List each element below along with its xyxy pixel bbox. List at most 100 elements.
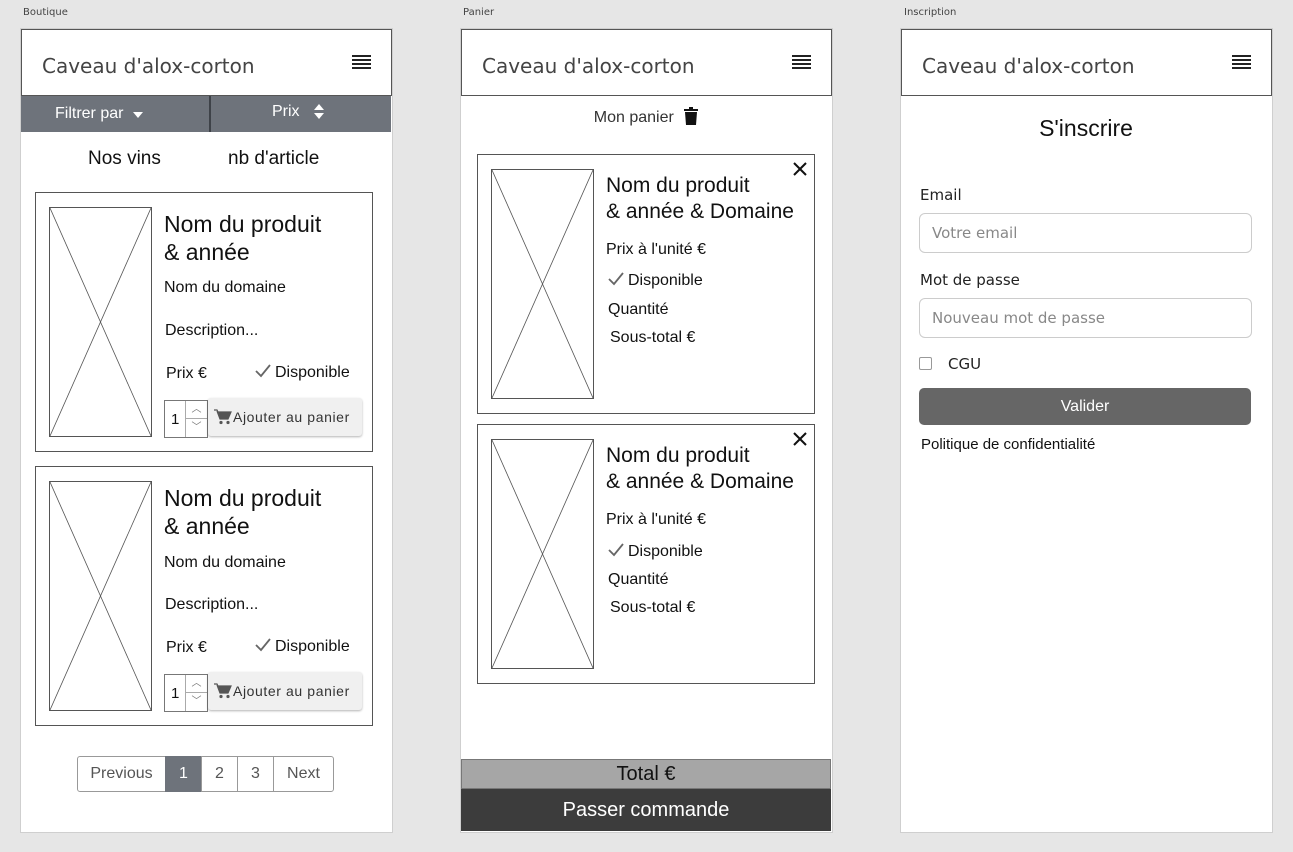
page-button-2[interactable]: 2: [201, 756, 238, 792]
product-card: Nom du produit & année Nom du domaine De…: [35, 192, 373, 452]
availability-status: Disponible: [255, 638, 350, 656]
availability-label: Disponible: [628, 272, 703, 289]
app-header: Caveau d'alox-corton: [461, 29, 832, 96]
caret-down-icon: [133, 112, 144, 118]
cart-header: Mon panier: [461, 107, 831, 127]
add-to-cart-button[interactable]: Ajouter au panier: [208, 398, 362, 436]
increment-icon[interactable]: ︿: [186, 401, 207, 419]
item-name: Nom du produit: [606, 444, 750, 467]
add-to-cart-label: Ajouter au panier: [233, 409, 350, 425]
cart-icon: [214, 683, 232, 699]
pagination: Previous 1 2 3 Next: [77, 756, 334, 792]
brand-title: Caveau d'alox-corton: [42, 54, 255, 78]
product-description: Description...: [165, 322, 259, 339]
email-label: Email: [920, 186, 962, 204]
cart-item: Nom du produit & année & Domaine Prix à …: [477, 424, 815, 684]
quantity-stepper[interactable]: 1 ︿ ﹀: [164, 674, 208, 712]
check-icon: [608, 272, 624, 286]
image-placeholder-icon: [49, 481, 152, 711]
close-icon[interactable]: [792, 161, 808, 177]
artboard-label-boutique: Boutique: [23, 7, 68, 18]
section-title: Nos vins: [88, 148, 161, 169]
product-price: Prix €: [166, 365, 207, 382]
previous-page-button[interactable]: Previous: [77, 756, 166, 792]
product-price: Prix €: [166, 639, 207, 656]
item-year-domain: & année & Domaine: [606, 200, 794, 223]
availability-label: Disponible: [275, 638, 350, 655]
brand-title: Caveau d'alox-corton: [482, 54, 695, 78]
email-field[interactable]: [919, 213, 1252, 253]
cart-total: Total €: [461, 759, 831, 789]
quantity-value: 1: [171, 411, 180, 428]
password-field[interactable]: [919, 298, 1252, 338]
filter-divider: [209, 96, 211, 132]
app-header: Caveau d'alox-corton: [901, 29, 1272, 96]
menu-icon[interactable]: [792, 55, 811, 69]
availability-status: Disponible: [608, 543, 703, 561]
app-header: Caveau d'alox-corton: [21, 29, 392, 96]
terms-checkbox[interactable]: [919, 357, 932, 370]
inscription-screen: Caveau d'alox-corton S'inscrire Email Mo…: [900, 28, 1273, 833]
terms-label: CGU: [948, 355, 982, 373]
filter-label: Filtrer par: [55, 105, 124, 122]
decrement-icon[interactable]: ﹀: [186, 693, 207, 711]
sort-icon: [313, 104, 324, 120]
item-quantity: Quantité: [608, 301, 669, 318]
sort-price-button[interactable]: Prix: [272, 94, 324, 130]
image-placeholder-icon: [491, 169, 594, 399]
artboard-label-panier: Panier: [463, 7, 495, 18]
next-page-button[interactable]: Next: [273, 756, 334, 792]
availability-status: Disponible: [608, 272, 703, 290]
check-icon: [608, 543, 624, 557]
page-button-3[interactable]: 3: [237, 756, 274, 792]
product-card: Nom du produit & année Nom du domaine De…: [35, 466, 373, 726]
product-domain: Nom du domaine: [164, 279, 286, 296]
cart-title: Mon panier: [593, 109, 674, 126]
article-count: nb d'article: [228, 148, 320, 169]
quantity-value: 1: [171, 685, 180, 702]
product-name: Nom du produit: [164, 211, 322, 237]
close-icon[interactable]: [792, 431, 808, 447]
menu-icon[interactable]: [352, 55, 371, 69]
image-placeholder-icon: [49, 207, 152, 437]
check-icon: [255, 638, 271, 652]
item-year-domain: & année & Domaine: [606, 470, 794, 493]
brand-title: Caveau d'alox-corton: [922, 54, 1135, 78]
cart-icon: [214, 409, 232, 425]
privacy-policy-link[interactable]: Politique de confidentialité: [921, 436, 1095, 453]
product-domain: Nom du domaine: [164, 554, 286, 571]
item-unit-price: Prix à l'unité €: [606, 241, 706, 258]
cart-item: Nom du produit & année & Domaine Prix à …: [477, 154, 815, 414]
form-title: S'inscrire: [1039, 115, 1133, 141]
image-placeholder-icon: [491, 439, 594, 669]
item-subtotal: Sous-total €: [610, 329, 696, 346]
product-year: & année: [164, 239, 250, 265]
sort-label: Prix: [272, 103, 300, 120]
item-subtotal: Sous-total €: [610, 599, 696, 616]
artboard-label-inscription: Inscription: [904, 7, 957, 18]
checkout-button[interactable]: Passer commande: [461, 789, 831, 831]
product-description: Description...: [165, 596, 259, 613]
check-icon: [255, 364, 271, 378]
availability-status: Disponible: [255, 364, 350, 382]
password-label: Mot de passe: [920, 271, 1020, 289]
quantity-stepper[interactable]: 1 ︿ ﹀: [164, 400, 208, 438]
page-button-1[interactable]: 1: [165, 756, 202, 792]
submit-button[interactable]: Valider: [919, 388, 1251, 425]
filter-dropdown[interactable]: Filtrer par: [55, 96, 144, 132]
trash-icon[interactable]: [684, 107, 699, 125]
product-name: Nom du produit: [164, 485, 322, 511]
availability-label: Disponible: [628, 543, 703, 560]
add-to-cart-button[interactable]: Ajouter au panier: [208, 672, 362, 710]
item-name: Nom du produit: [606, 174, 750, 197]
item-unit-price: Prix à l'unité €: [606, 511, 706, 528]
item-quantity: Quantité: [608, 571, 669, 588]
panier-screen: Caveau d'alox-corton Mon panier Nom du p…: [460, 28, 833, 833]
menu-icon[interactable]: [1232, 55, 1251, 69]
increment-icon[interactable]: ︿: [186, 675, 207, 693]
availability-label: Disponible: [275, 364, 350, 381]
decrement-icon[interactable]: ﹀: [186, 419, 207, 437]
filter-bar: Filtrer par Prix: [21, 96, 391, 132]
add-to-cart-label: Ajouter au panier: [233, 683, 350, 699]
boutique-screen: Caveau d'alox-corton Filtrer par Prix No…: [20, 28, 393, 833]
